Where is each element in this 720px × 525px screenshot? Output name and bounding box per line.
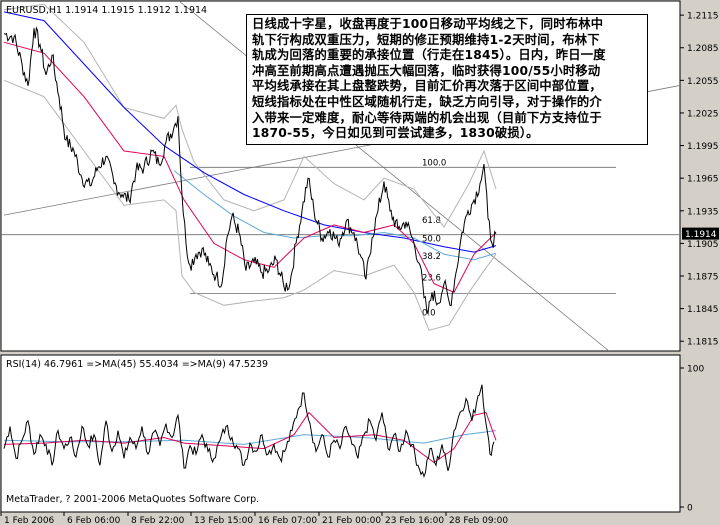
annotation-line: 1870-55，今日如见到可尝试建多，1830破损）。 <box>252 126 539 141</box>
rsi-footer: MetaTrader, ? 2001-2006 MetaQuotes Softw… <box>6 494 259 505</box>
rsi-plot-area[interactable] <box>0 354 681 513</box>
time-tick-label-6: 21 Feb 00:00 <box>322 516 381 525</box>
time-tick-label-8: 28 Feb 09:00 <box>449 516 508 525</box>
rsi-header: RSI(14) 46.7961 =>MA(45) 55.4034 =>MA(9)… <box>6 359 268 370</box>
annotation-line: 日线成十字星，收盘再度于100日移动平均线之下，同时布林中 <box>252 17 604 31</box>
time-tick-label-4: 13 Feb 15:00 <box>194 516 253 525</box>
price-tick-label-10: 1.1845 <box>687 305 719 315</box>
price-tick-label-5: 1.1995 <box>687 142 719 152</box>
price-tag-text: 1.1914 <box>685 230 717 240</box>
price-tick-label-3: 1.2055 <box>687 77 719 87</box>
time-tick-label-5: 16 Feb 07:00 <box>258 516 317 525</box>
time-tick-label-1: 1 Feb 2006 <box>4 516 55 525</box>
annotation-line: 入带来一定难度，耐心等待两端的机会出现（目前下方支持位于 <box>252 110 602 125</box>
price-tick-label-1: 1.2115 <box>687 12 719 22</box>
price-chart-header: EURUSD,H1 1.1914 1.1915 1.1912 1.1914 <box>6 5 207 16</box>
price-tick-label-2: 1.2085 <box>687 44 719 54</box>
fib-label-1: 100.0 <box>422 158 446 168</box>
rsi-tick-label-2: 0 <box>687 504 693 514</box>
time-tick-label-7: 23 Feb 16:00 <box>385 516 444 525</box>
price-tick-label-4: 1.2025 <box>687 109 719 119</box>
fib-label-2: 61.8 <box>422 216 441 226</box>
rsi-tick-label-1: 100 <box>687 365 704 375</box>
price-tick-label-7: 1.1935 <box>687 207 719 217</box>
annotation-line: 冲高至前期高点遭遇抛压大幅回落，临时获得100/55小时移动 <box>252 63 601 78</box>
time-tick-label-2: 6 Feb 06:00 <box>67 516 121 525</box>
price-tick-label-11: 1.1815 <box>687 338 719 348</box>
time-tick-label-3: 8 Feb 22:00 <box>131 516 185 525</box>
annotation-line: 轨下行构成双重压力，短期的修正预期维持1-2天时间，布林下 <box>252 32 600 47</box>
annotation-line: 短线指标处在中性区域随机行走，缺乏方向引导，对于操作的介 <box>252 94 602 109</box>
analysis-annotation: 日线成十字星，收盘再度于100日移动平均线之下，同时布林中 轨下行构成双重压力，短… <box>246 14 648 145</box>
price-tick-label-8: 1.1905 <box>687 240 719 250</box>
fib-label-4: 38.2 <box>422 252 441 262</box>
price-tick-label-6: 1.1965 <box>687 175 719 185</box>
current-price-tag: 1.1914 <box>682 227 719 240</box>
annotation-line: 平均线承接在其上盘整跌势，目前汇价再次落于区间中部位置， <box>252 79 602 94</box>
annotation-line: 轨成为回落的重要的承接位置（行走在1845）。日内，昨日一度 <box>252 48 606 63</box>
price-tick-label-9: 1.1875 <box>687 273 719 283</box>
